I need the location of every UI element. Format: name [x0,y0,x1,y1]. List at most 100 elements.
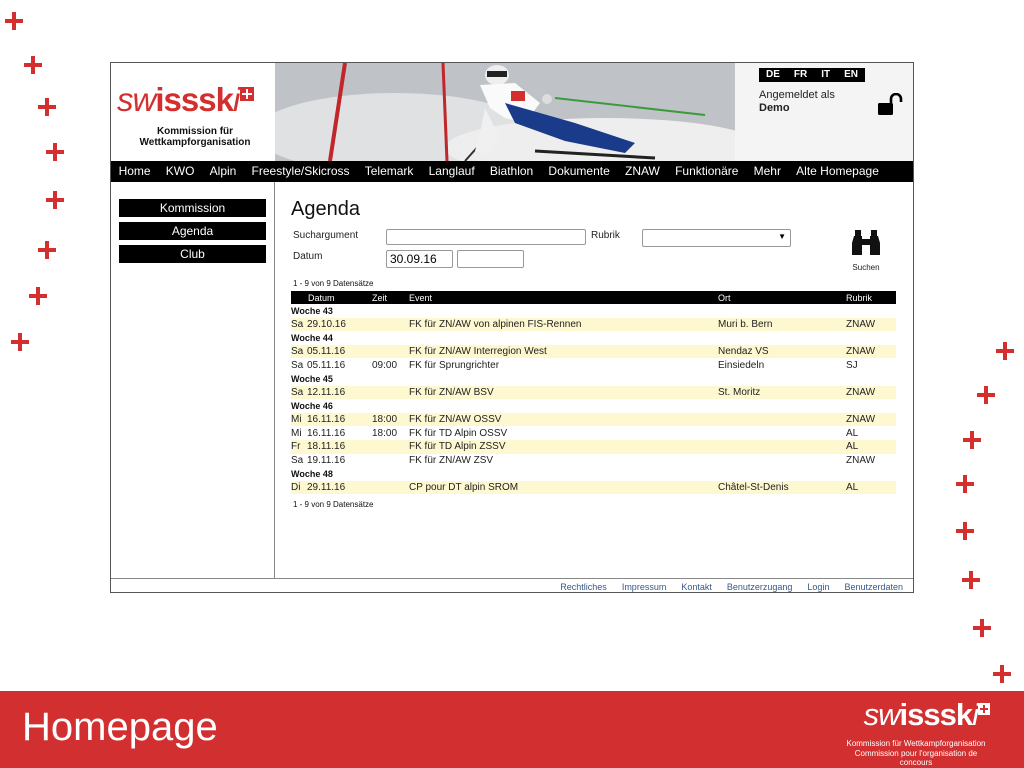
ort-cell [718,453,846,468]
search-input[interactable] [386,229,586,245]
search-label: Suchargument [293,230,359,241]
table-row[interactable]: Sa 05.11.16 09:00 FK für Sprungrichter Einsi… [291,358,896,372]
rubrik-cell: AL [846,439,896,454]
weekday: Di [291,482,301,494]
week-label: Woche 45 [291,373,333,384]
nav-freestyle[interactable]: Freestyle/Skicross [244,161,357,182]
table-row[interactable]: Di 29.11.16 CP pour DT alpin SROM Châtel-St… [291,480,896,495]
sidebar-item-kommission[interactable]: Kommission [119,199,266,217]
date-to-input[interactable] [457,250,524,268]
cross-icon [38,98,56,116]
cross-icon [24,56,42,74]
week-row: Woche 46 [291,399,896,413]
logo-subtitle: Kommission für Wettkampforganisation [125,126,265,148]
lang-en[interactable]: EN [837,68,865,82]
week-row: Woche 43 [291,304,896,318]
ort-cell: Nendaz VS [718,344,846,359]
ort-cell [718,439,846,454]
main-content: Agenda Suchargument Rubrik ▼ Datum Suche… [275,182,913,578]
sidebar-item-agenda[interactable]: Agenda [119,222,266,240]
datum-cell: Sa 19.11.16 [291,453,372,468]
nav-znaw[interactable]: ZNAW [617,161,667,182]
event-cell: FK für ZN/AW ZSV [409,453,718,468]
nav-telemark[interactable]: Telemark [357,161,421,182]
table-row[interactable]: Sa 12.11.16 FK für ZN/AW BSV St. Moritz ZNAW [291,385,896,400]
date: 05.11.16 [307,346,346,358]
table-row[interactable]: Sa 05.11.16 FK für ZN/AW Interregion West N… [291,344,896,359]
page-title: Agenda [291,198,360,220]
lock-icon[interactable] [877,93,903,117]
cross-icon [38,241,56,259]
datum-cell: Di 29.11.16 [291,480,372,495]
date: 29.11.16 [307,482,346,494]
username: Demo [759,102,790,114]
logo-subtitle-line: Wettkampforganisation [139,137,251,148]
language-switcher: DE FR IT EN [759,68,866,82]
date: 16.11.16 [307,414,346,426]
rubrik-select[interactable]: ▼ [642,229,791,247]
swiss-flag-icon [978,703,990,715]
event-cell: CP pour DT alpin SROM [409,480,718,495]
col-event[interactable]: Event [409,291,718,304]
table-row[interactable]: Fr 18.11.16 FK für TD Alpin ZSSV AL [291,439,896,454]
date: 12.11.16 [307,386,346,398]
col-rubrik[interactable]: Rubrik [846,291,896,304]
table-row[interactable]: Sa 19.11.16 FK für ZN/AW ZSV ZNAW [291,453,896,468]
time-cell [372,385,409,400]
event-cell: FK für ZN/AW von alpinen FIS-Rennen [409,317,718,332]
banner-logo: swissski [864,697,990,733]
banner-subtitle: Kommission für Wettkampforganisation [846,739,986,748]
lang-fr[interactable]: FR [787,68,814,82]
cross-icon [993,665,1011,683]
logged-in-label: Angemeldet als [759,89,835,101]
nav-home[interactable]: Home [111,161,158,182]
weekday: Sa [291,318,304,330]
date: 19.11.16 [307,454,346,466]
footer-link-impressum[interactable]: Impressum [622,582,667,592]
cross-icon [977,386,995,404]
table-row[interactable]: Mi 16.11.16 18:00 FK für TD Alpin OSSV AL [291,426,896,440]
time-cell [372,480,409,495]
date-from-input[interactable] [386,250,453,268]
event-cell: FK für Sprungrichter [409,358,718,372]
lang-it[interactable]: IT [814,68,837,82]
cross-icon [963,431,981,449]
ort-cell: Einsiedeln [718,358,846,372]
date: 29.10.16 [307,318,346,330]
footer-link-benutzerdaten[interactable]: Benutzerdaten [844,582,903,592]
table-row[interactable]: Mi 16.11.16 18:00 FK für ZN/AW OSSV ZNAW [291,412,896,427]
ort-cell: Muri b. Bern [718,317,846,332]
nav-funktionaere[interactable]: Funktionäre [667,161,746,182]
search-button[interactable]: Suchen [846,229,886,273]
sidebar-item-club[interactable]: Club [119,245,266,263]
footer-link-benutzerzugang[interactable]: Benutzerzugang [727,582,793,592]
footer-link-kontakt[interactable]: Kontakt [681,582,712,592]
search-button-label: Suchen [852,263,880,272]
col-zeit[interactable]: Zeit [372,291,409,304]
slide-banner: Homepage swissski Kommission für Wettkam… [0,691,1024,768]
nav-alte-homepage[interactable]: Alte Homepage [789,161,887,182]
footer-link-login[interactable]: Login [807,582,829,592]
nav-kwo[interactable]: KWO [158,161,202,182]
nav-mehr[interactable]: Mehr [746,161,789,182]
nav-langlauf[interactable]: Langlauf [421,161,482,182]
nav-alpin[interactable]: Alpin [202,161,244,182]
nav-dokumente[interactable]: Dokumente [541,161,618,182]
nav-biathlon[interactable]: Biathlon [482,161,541,182]
col-ort[interactable]: Ort [718,291,846,304]
date: 05.11.16 [307,359,346,371]
logo[interactable]: swissski Kommission für Wettkampforganis… [111,63,275,161]
footer-link-rechtliches[interactable]: Rechtliches [560,582,607,592]
table-row[interactable]: Sa 29.10.16 FK für ZN/AW von alpinen FIS-R… [291,317,896,332]
rubrik-cell: ZNAW [846,385,896,400]
event-cell: FK für ZN/AW BSV [409,385,718,400]
col-datum[interactable]: Datum [291,291,372,304]
banner-title: Homepage [22,705,218,749]
date: 16.11.16 [307,427,346,439]
weekday: Sa [291,386,304,398]
browser-frame: swissski Kommission für Wettkampforganis… [110,62,914,593]
logo-wordmark: swissski [117,81,255,119]
lang-de[interactable]: DE [759,68,787,82]
date: 18.11.16 [307,441,346,453]
rubrik-cell: ZNAW [846,344,896,359]
